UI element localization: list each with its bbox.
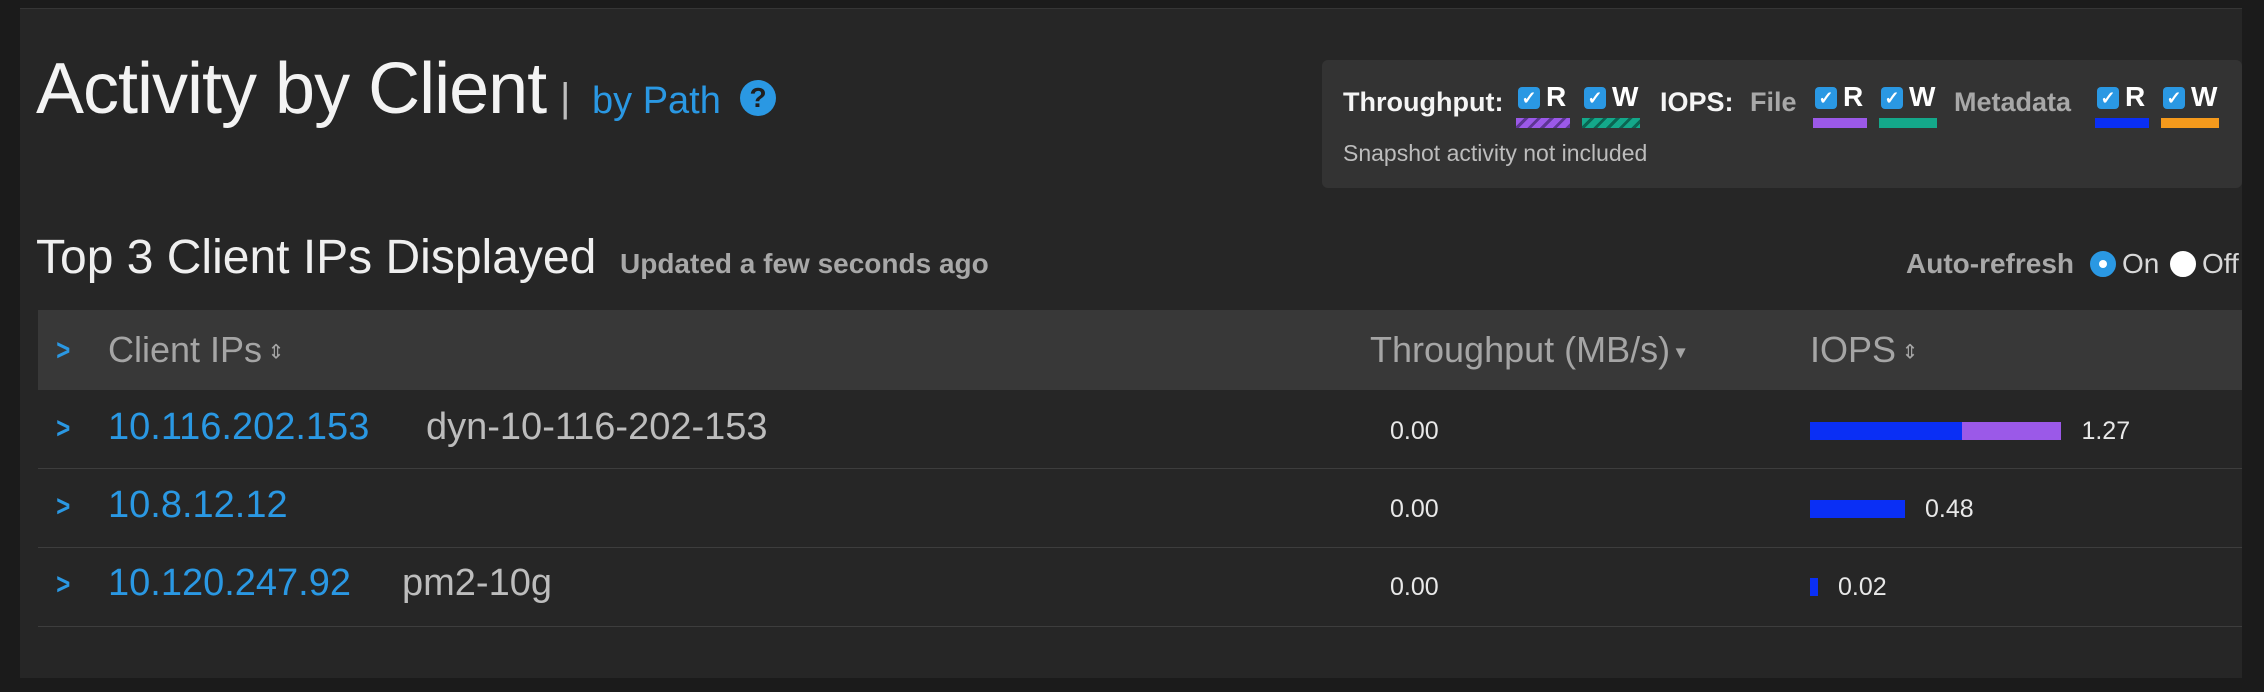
auto-refresh-on-label[interactable]: On — [2122, 248, 2159, 280]
iops-legend-label: IOPS: — [1660, 87, 1734, 117]
auto-refresh-on-radio[interactable] — [2090, 251, 2116, 277]
throughput-value: 0.00 — [1390, 573, 1439, 601]
column-iops[interactable]: IOPS ⇕ — [1810, 330, 1918, 372]
expand-row-chevron-icon[interactable]: > — [56, 414, 74, 444]
iops-metadata-read-bar — [1810, 422, 1963, 440]
client-hostname: pm2-10g — [402, 562, 552, 604]
auto-refresh-label: Auto-refresh — [1906, 248, 2075, 279]
throughput-read-checkbox[interactable]: ✓ — [1518, 87, 1540, 109]
title-separator: | — [560, 76, 571, 120]
file-write-swatch — [1879, 118, 1937, 128]
metadata-read-label: R — [2125, 81, 2146, 112]
metadata-write-label: W — [2191, 81, 2218, 112]
throughput-write-label: W — [1612, 81, 1639, 112]
throughput-read-swatch — [1516, 118, 1570, 128]
file-read-label: R — [1843, 81, 1864, 112]
client-ip-link[interactable]: 10.116.202.153 — [108, 405, 369, 449]
client-ip-link[interactable]: 10.120.247.92 — [108, 561, 351, 605]
section-title: Top 3 Client IPs Displayed — [36, 231, 597, 284]
throughput-read-label: R — [1546, 81, 1567, 112]
column-throughput[interactable]: Throughput (MB/s) ▾ — [1370, 330, 1686, 372]
client-ip-link[interactable]: 10.8.12.12 — [108, 483, 288, 527]
page-title: Activity by Client — [36, 49, 547, 129]
auto-refresh-off-label[interactable]: Off — [2202, 248, 2239, 280]
throughput-write-swatch — [1582, 118, 1640, 128]
iops-metadata-read-bar — [1810, 500, 1906, 518]
metadata-read-swatch — [2095, 118, 2149, 128]
file-read-checkbox[interactable]: ✓ — [1815, 87, 1837, 109]
sort-icon[interactable]: ⇕ — [262, 341, 285, 363]
auto-refresh-off-radio[interactable] — [2170, 251, 2196, 277]
file-write-label: W — [1909, 81, 1936, 112]
expand-all-chevron-icon[interactable]: > — [56, 336, 74, 366]
expand-row-chevron-icon[interactable]: > — [56, 492, 74, 522]
metadata-write-checkbox[interactable]: ✓ — [2163, 87, 2185, 109]
metadata-legend-label: Metadata — [1954, 87, 2072, 117]
iops-value: 1.27 — [2081, 417, 2131, 445]
iops-value: 0.02 — [1838, 573, 1887, 601]
question-circle-icon[interactable]: ? — [740, 80, 776, 116]
column-iops-label: IOPS — [1810, 329, 1897, 370]
throughput-value: 0.00 — [1390, 417, 1439, 445]
iops-metadata-read-bar — [1810, 578, 1818, 596]
table-row[interactable] — [38, 548, 2242, 627]
client-hostname: dyn-10-116-202-153 — [426, 406, 768, 448]
throughput-legend-label: Throughput: — [1343, 87, 1504, 117]
expand-row-chevron-icon[interactable]: > — [56, 570, 74, 600]
file-read-swatch — [1813, 118, 1867, 128]
iops-value: 0.48 — [1925, 495, 1974, 523]
snapshot-note: Snapshot activity not included — [1343, 140, 1648, 166]
column-throughput-label: Throughput (MB/s) — [1370, 329, 1671, 370]
iops-file-read-bar — [1962, 422, 2062, 440]
updated-timestamp: Updated a few seconds ago — [620, 248, 989, 279]
column-client-ips[interactable]: Client IPs ⇕ — [108, 330, 284, 372]
throughput-value: 0.00 — [1390, 495, 1439, 523]
metadata-write-swatch — [2161, 118, 2219, 128]
table-row[interactable] — [38, 469, 2242, 548]
file-legend-label: File — [1750, 87, 1797, 117]
metadata-read-checkbox[interactable]: ✓ — [2097, 87, 2119, 109]
caret-down-icon[interactable]: ▾ — [1670, 341, 1686, 363]
throughput-write-checkbox[interactable]: ✓ — [1584, 87, 1606, 109]
sort-icon[interactable]: ⇕ — [1896, 341, 1919, 363]
by-path-link[interactable]: by Path — [592, 78, 721, 124]
column-client-ips-label: Client IPs — [108, 329, 263, 370]
file-write-checkbox[interactable]: ✓ — [1881, 87, 1903, 109]
